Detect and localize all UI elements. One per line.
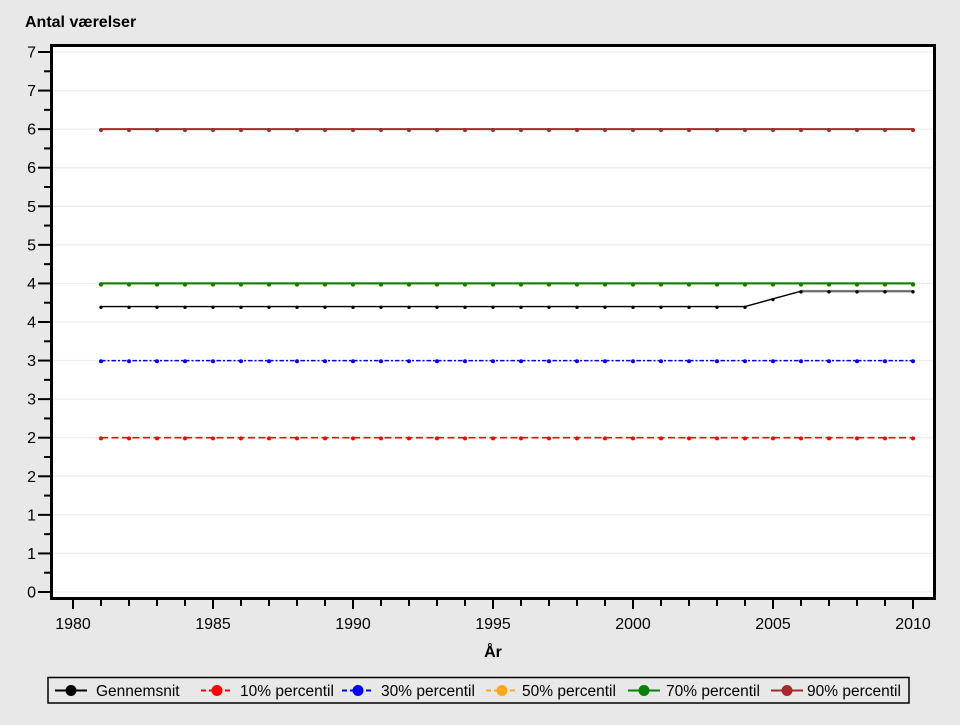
svg-text:2010: 2010 xyxy=(895,616,931,633)
svg-text:90% percentil: 90% percentil xyxy=(807,683,901,700)
svg-text:7: 7 xyxy=(27,45,36,62)
svg-text:Antal værelser: Antal værelser xyxy=(25,14,136,31)
svg-text:1: 1 xyxy=(27,507,36,524)
svg-text:7: 7 xyxy=(27,83,36,100)
svg-text:3: 3 xyxy=(27,353,36,370)
svg-text:10% percentil: 10% percentil xyxy=(240,683,334,700)
svg-text:1985: 1985 xyxy=(195,616,231,633)
svg-text:0: 0 xyxy=(27,585,36,602)
svg-text:1995: 1995 xyxy=(475,616,511,633)
svg-text:År: År xyxy=(484,642,502,661)
svg-text:2005: 2005 xyxy=(755,616,791,633)
svg-text:4: 4 xyxy=(27,315,36,332)
svg-text:Gennemsnit: Gennemsnit xyxy=(96,683,180,700)
svg-text:3: 3 xyxy=(27,392,36,409)
svg-text:1: 1 xyxy=(27,546,36,563)
svg-text:2: 2 xyxy=(27,430,36,447)
svg-text:1990: 1990 xyxy=(335,616,371,633)
svg-text:2000: 2000 xyxy=(615,616,651,633)
svg-text:2: 2 xyxy=(27,469,36,486)
svg-text:6: 6 xyxy=(27,122,36,139)
svg-text:1980: 1980 xyxy=(55,616,91,633)
svg-text:70% percentil: 70% percentil xyxy=(666,683,760,700)
svg-text:5: 5 xyxy=(27,237,36,254)
svg-text:5: 5 xyxy=(27,199,36,216)
svg-text:4: 4 xyxy=(27,276,36,293)
svg-text:6: 6 xyxy=(27,160,36,177)
svg-text:30% percentil: 30% percentil xyxy=(381,683,475,700)
svg-text:50% percentil: 50% percentil xyxy=(522,683,616,700)
